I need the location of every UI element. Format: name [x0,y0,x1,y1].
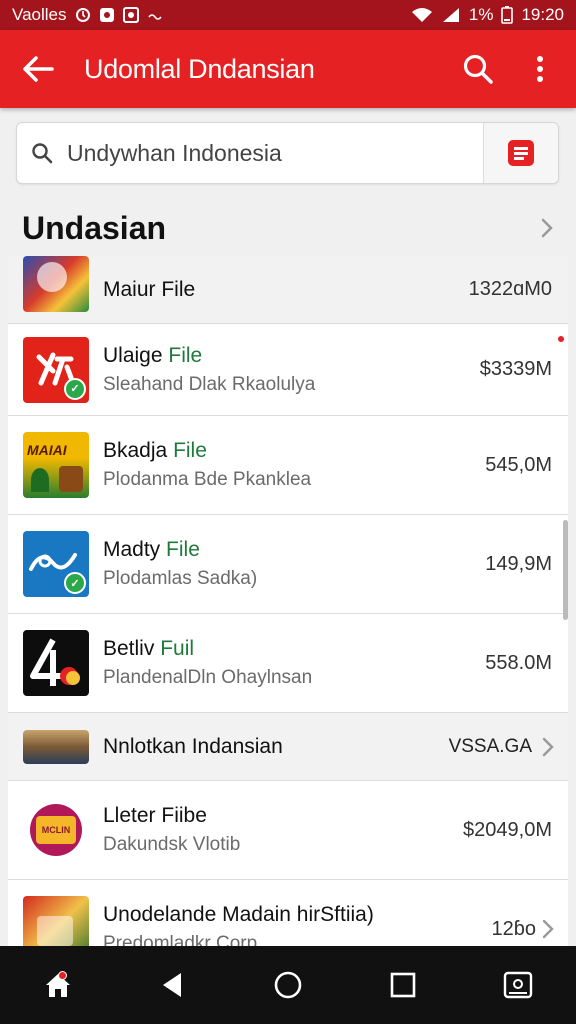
app-thumbnail: ✓ [23,336,89,403]
notification-dot [57,971,67,980]
item-name: Madty [103,538,161,561]
search-input[interactable]: Undywhan Indonesia [67,140,483,167]
search-icon [463,54,493,84]
nav-home-button[interactable] [258,955,318,1015]
item-name: Maiur File [103,277,196,301]
item-subtitle: Plodanma Bde Pkanklea [103,469,312,490]
clock: 19:20 [521,5,564,24]
item-name-highlight: File [168,343,203,367]
system-nav-bar [0,946,576,1024]
battery-icon [501,6,514,24]
item-tag: VSSA.GA [448,735,532,757]
app-thumbnail: ✓ [23,531,89,597]
list-item[interactable]: MAIAI Bkadja File Plodanma Bde Pkanklea … [8,416,568,515]
item-name: Ulaige [103,343,163,367]
app-thumbnail [23,896,89,946]
app-title: Udomlal Dndansian [84,53,315,84]
item-subtitle: Sleahand Dlak Rkaolulya [103,373,316,395]
list-item[interactable]: ✓ Madty File Plodamlas Sadka) 149,9M [8,515,568,614]
section-title: Undasian [22,209,167,246]
item-name: Unodelande Madain hirSftiia) [103,903,374,926]
file-list: Maiur File 1322ɑM0 ✓ Ulaige File Sleahan… [8,256,568,946]
search-field[interactable]: Undywhan Indonesia [16,122,559,184]
back-icon [162,973,181,997]
notification-icon [99,8,114,22]
home-circle-icon [274,971,302,999]
item-size: 12ɓo [491,917,537,940]
verified-badge-icon: ✓ [64,377,86,400]
status-bar: Vaolles 1% 19:20 [0,0,576,30]
chevron-right-icon [541,218,553,238]
item-size: 1322ɑM0 [468,278,552,300]
battery-percent: 1% [468,5,494,24]
nav-back-button[interactable] [143,955,203,1015]
image-notification-icon [122,7,139,23]
item-subtitle: Plodamlas Sadka) [103,568,258,589]
item-name: Betliv [103,637,155,660]
item-subtitle: Predomladkr Corp [103,933,258,946]
item-name: Bkadja [103,439,168,462]
item-name: Nnlotkan Indansian [103,734,283,758]
wave-icon [147,14,162,20]
item-name: Lleter Fiibe [103,804,207,827]
search-button[interactable] [458,49,498,89]
app-thumbnail [23,729,89,764]
thumbnail-text: MCLIN [36,816,76,844]
item-size: 558.0M [485,651,552,674]
filter-button[interactable] [483,123,558,183]
chevron-right-icon [542,737,554,756]
search-icon [32,143,53,164]
item-subtitle: PlandenalDln Ohaylnsan [103,667,313,688]
back-button[interactable] [16,47,60,91]
app-thumbnail: MAIAI [23,432,89,498]
more-options-button[interactable] [520,49,560,89]
section-header[interactable]: Undasian [0,200,576,256]
signal-icon [442,8,459,22]
filter-icon [508,140,534,166]
logo-icon [30,638,80,686]
verified-badge-icon: ✓ [64,572,86,594]
list-item[interactable]: Unodelande Madain hirSftiia) Predomladkr… [8,880,568,946]
thumbnail-text: MAIAI [27,442,67,458]
item-size: $3339M [479,358,552,380]
screenshot-icon [504,971,533,999]
app-thumbnail [23,630,89,696]
list-item[interactable]: Maiur File 1322ɑM0 [8,256,568,324]
item-size: 545,0M [485,453,552,476]
nav-recents-button[interactable] [373,955,433,1015]
item-name-highlight: Fuil [160,637,195,660]
alarm-icon [75,8,90,22]
app-thumbnail: MCLIN [23,797,89,863]
item-name-highlight: File [173,439,207,462]
item-subtitle: Dakundsk Vlotib [103,834,241,855]
list-item[interactable]: Nnlotkan Indansian VSSA.GA [8,713,568,781]
item-size: $2049,0M [463,818,552,841]
list-item[interactable]: ✓ Ulaige File Sleahand Dlak Rkaolulya $3… [8,324,568,416]
unread-dot [558,336,564,342]
app-thumbnail [23,256,89,312]
nav-screenshot-button[interactable] [488,955,548,1015]
carrier-label: Vaolles [12,5,67,24]
list-item[interactable]: Betliv Fuil PlandenalDln Ohaylnsan 558.0… [8,614,568,713]
chevron-right-icon [542,919,554,939]
scrollbar[interactable] [563,520,568,620]
back-arrow-icon [23,56,54,82]
home-app-button[interactable] [28,955,88,1015]
item-size: 149,9M [485,552,552,575]
recents-icon [390,972,416,998]
more-vert-icon [537,56,543,82]
item-name-highlight: File [166,538,200,561]
list-item[interactable]: MCLIN Lleter Fiibe Dakundsk Vlotib $2049… [8,781,568,880]
app-bar: Udomlal Dndansian [0,30,576,108]
wifi-icon [411,8,432,22]
